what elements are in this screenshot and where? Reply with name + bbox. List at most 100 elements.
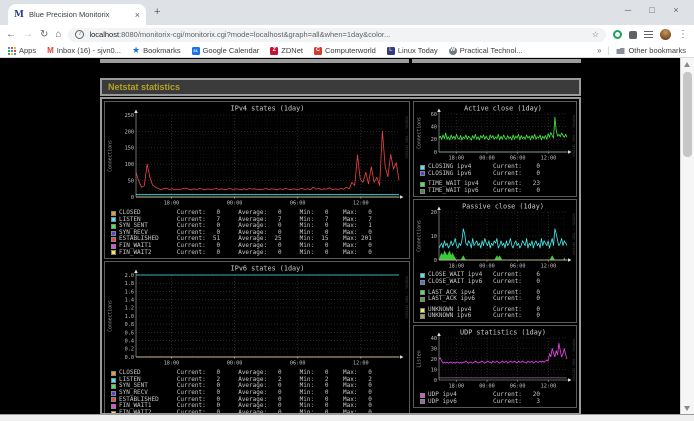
titlebar: M Blue Precision Monitorix × + ─ □ × (0, 0, 694, 25)
svg-text:0.2: 0.2 (125, 347, 134, 353)
legend-swatch-icon (420, 273, 425, 278)
section-header: Netstat statistics (100, 78, 581, 96)
legend-swatch-icon (420, 290, 425, 295)
chart-legend: CLOSED Current: 0 Average: 0 Min: 0 Max:… (106, 369, 408, 415)
bookmark-item-wordpress[interactable]: WPractical Technol... (449, 46, 523, 55)
calendar-icon: 31 (192, 47, 200, 55)
computerworld-icon: C (314, 47, 322, 55)
bookmark-item-linuxtoday[interactable]: LLinux Today (387, 46, 438, 55)
reload-icon[interactable]: ↻ (40, 30, 48, 40)
browser-window: M Blue Precision Monitorix × + ─ □ × ← →… (0, 0, 694, 421)
bookmark-label: Apps (19, 46, 36, 55)
svg-text:20: 20 (431, 357, 437, 363)
ipv6-states-graph-panel[interactable]: 0.00.20.40.60.81.01.21.41.61.82.018:0000… (104, 261, 410, 415)
legend-swatch-icon (420, 308, 425, 313)
legend-text: UNKNOWN ipv6 Current: 0 (428, 313, 540, 320)
url-text[interactable]: localhost:8080/monitorix-cgi/monitorix.c… (89, 30, 586, 39)
bookmark-item-calendar[interactable]: 31Google Calendar (192, 46, 260, 55)
bookmark-item-star-blue[interactable]: ★Bookmarks (132, 46, 181, 55)
chart-title: UDP statistics (1day) (460, 328, 546, 336)
star-blue-icon: ★ (132, 46, 140, 55)
extensions-area: ⋮ (613, 29, 688, 40)
bookmark-item-gmail[interactable]: MInbox (16) - sjvn0... (47, 46, 121, 55)
menu-icon[interactable]: ⋮ (678, 29, 688, 40)
svg-text:1.8: 1.8 (125, 281, 134, 287)
legend-swatch-icon (420, 165, 425, 170)
bookmark-label: Linux Today (398, 46, 438, 55)
scrollbar-down-icon[interactable] (684, 406, 690, 411)
page-scrollbar[interactable] (680, 58, 694, 415)
bookmark-star-icon[interactable]: ☆ (592, 30, 599, 39)
svg-text:Connections: Connections (108, 140, 114, 172)
svg-text:18:00: 18:00 (448, 155, 464, 161)
forward-icon: → (23, 30, 33, 40)
address-bar[interactable]: i localhost:8080/monitorix-cgi/monitorix… (68, 28, 606, 42)
divider (608, 46, 609, 55)
home-icon[interactable]: ⌂ (55, 30, 61, 40)
svg-text:12:00: 12:00 (541, 383, 557, 389)
legend-swatch-icon (111, 397, 116, 402)
page-info-icon[interactable]: i (75, 30, 84, 39)
svg-text:12:00: 12:00 (353, 200, 369, 206)
window-bottom-edge (0, 414, 694, 421)
apps-grid-icon (8, 47, 16, 55)
svg-text:1.6: 1.6 (125, 289, 134, 295)
svg-text:06:00: 06:00 (290, 361, 306, 367)
extension-gray-icon[interactable] (629, 31, 637, 39)
svg-text:Connections: Connections (417, 220, 423, 252)
scrollbar-up-icon[interactable] (684, 62, 690, 67)
legend-text: CLOSING ipv6 Current: 0 (428, 171, 540, 178)
svg-text:100: 100 (125, 162, 134, 168)
profile-avatar[interactable] (660, 29, 671, 40)
legend-swatch-icon (111, 404, 116, 409)
browser-tab[interactable]: M Blue Precision Monitorix × (8, 4, 146, 25)
maximize-button[interactable]: □ (640, 1, 664, 19)
bookmarks-overflow-icon[interactable]: » (597, 46, 601, 55)
svg-text:00:00: 00:00 (479, 383, 495, 389)
back-icon[interactable]: ← (6, 30, 16, 40)
legend-swatch-icon (111, 224, 116, 229)
legend-row: UDP ipv6 Current: 3 (420, 399, 575, 406)
svg-text:0: 0 (131, 195, 134, 201)
legend-row: TIME_WAIT ipv6 Current: 0 (420, 188, 575, 195)
svg-text:0.8: 0.8 (125, 322, 134, 328)
passive-close-graph-panel[interactable]: 0102018:0000:0006:0012:00Passive close (… (413, 199, 577, 323)
chart-legend: UDP ipv4 Current: 20UDP ipv6 Current: 3 (415, 391, 575, 406)
bookmark-item-apps-grid[interactable]: Apps (8, 46, 36, 55)
new-tab-button[interactable]: + (154, 6, 160, 18)
tab-close-icon[interactable]: × (135, 10, 140, 20)
legend-swatch-icon (111, 371, 116, 376)
svg-text:1.0: 1.0 (125, 314, 134, 320)
minimize-button[interactable]: ─ (616, 1, 640, 19)
scrollbar-thumb[interactable] (683, 72, 692, 157)
svg-text:1.2: 1.2 (125, 306, 134, 312)
legend-swatch-icon (420, 399, 425, 404)
svg-text:06:00: 06:00 (510, 383, 526, 389)
bookmark-label: Practical Technol... (460, 46, 523, 55)
ipv4-states-graph-panel[interactable]: 05010015020025018:0000:0006:0012:00IPv4 … (104, 101, 410, 259)
svg-text:250: 250 (125, 113, 134, 119)
svg-text:0.4: 0.4 (125, 339, 134, 345)
svg-text:12:00: 12:00 (353, 361, 369, 367)
passive-close-graph[interactable]: 0102018:0000:0006:0012:00Passive close (… (415, 201, 575, 271)
ipv6-states-graph[interactable]: 0.00.20.40.60.81.01.21.41.61.82.018:0000… (106, 263, 408, 369)
close-button[interactable]: × (664, 1, 688, 19)
svg-text:10: 10 (431, 234, 437, 240)
bookmark-item-computerworld[interactable]: CComputerworld (314, 46, 376, 55)
udp-statistics-graph-panel[interactable]: 01020304018:0000:0006:0012:00UDP statist… (413, 325, 577, 408)
extension-list-icon[interactable] (644, 31, 653, 38)
extension-green-icon[interactable] (613, 30, 622, 39)
ipv4-states-graph[interactable]: 05010015020025018:0000:0006:0012:00IPv4 … (106, 103, 408, 209)
udp-statistics-graph[interactable]: 01020304018:0000:0006:0012:00UDP statist… (415, 327, 575, 391)
legend-swatch-icon (111, 237, 116, 242)
active-close-graph-panel[interactable]: 020406018:0000:0006:0012:00Active close … (413, 101, 577, 197)
svg-text:06:00: 06:00 (510, 155, 526, 161)
bookmarks-bar: Apps MInbox (16) - sjvn0... ★Bookmarks 31Go… (0, 44, 694, 58)
previous-section-edge (100, 59, 409, 63)
legend-text: FIN_WAIT2 Current: 0 Average: 0 Min: 0 M… (119, 250, 372, 257)
gmail-icon: M (47, 47, 54, 55)
bookmark-item-zdnet[interactable]: ZZDNet (270, 46, 303, 55)
active-close-graph[interactable]: 020406018:0000:0006:0012:00Active close … (415, 103, 575, 163)
other-bookmarks-button[interactable]: Other bookmarks (616, 46, 686, 55)
svg-text:Listen: Listen (417, 350, 423, 367)
